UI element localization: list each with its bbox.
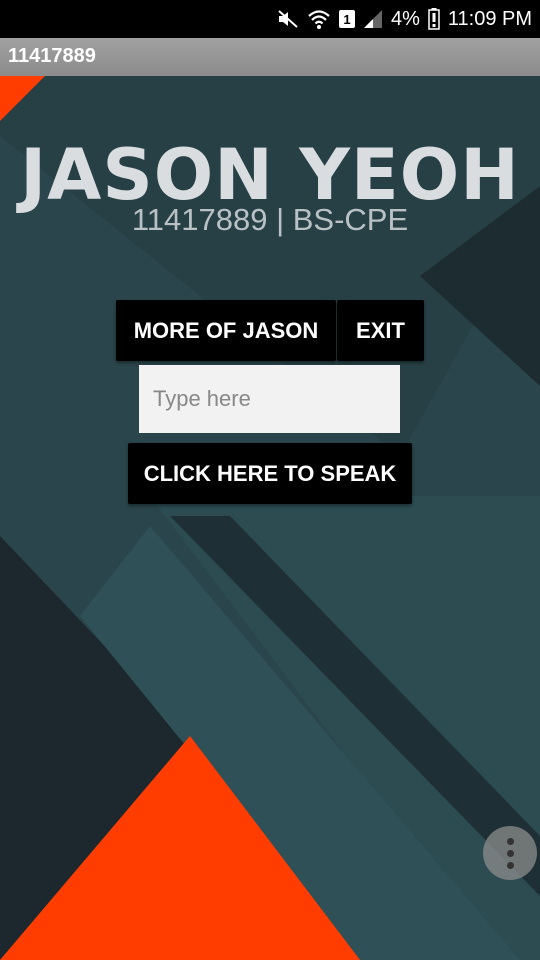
speak-button[interactable]: CLICK HERE TO SPEAK bbox=[128, 443, 412, 504]
main-content: JASON YEOH 11417889 | BS-CPE MORE OF JAS… bbox=[0, 76, 540, 960]
status-icons: 1 4% 11:09 PM bbox=[277, 0, 532, 38]
wifi-icon bbox=[308, 10, 330, 29]
app-title-bar: 11417889 bbox=[0, 38, 540, 76]
overflow-dot bbox=[506, 849, 514, 857]
speech-text-input[interactable] bbox=[139, 365, 400, 433]
app-title: 11417889 bbox=[8, 45, 96, 67]
signal-icon bbox=[363, 10, 382, 28]
clock: 11:09 PM bbox=[447, 7, 532, 30]
status-bar: 1 4% 11:09 PM bbox=[0, 0, 540, 38]
overflow-dot bbox=[506, 837, 514, 845]
exit-button[interactable]: EXIT bbox=[337, 300, 424, 361]
battery-percent: 4% bbox=[390, 7, 420, 30]
mute-icon bbox=[278, 10, 298, 28]
profile-subtitle: 11417889 | BS-CPE bbox=[131, 202, 409, 237]
overflow-menu-icon[interactable] bbox=[483, 826, 537, 880]
more-of-jason-button[interactable]: MORE OF JASON bbox=[116, 300, 336, 361]
overflow-dot bbox=[506, 861, 514, 869]
battery-icon bbox=[428, 8, 440, 30]
sim-icon: 1 bbox=[338, 10, 355, 28]
